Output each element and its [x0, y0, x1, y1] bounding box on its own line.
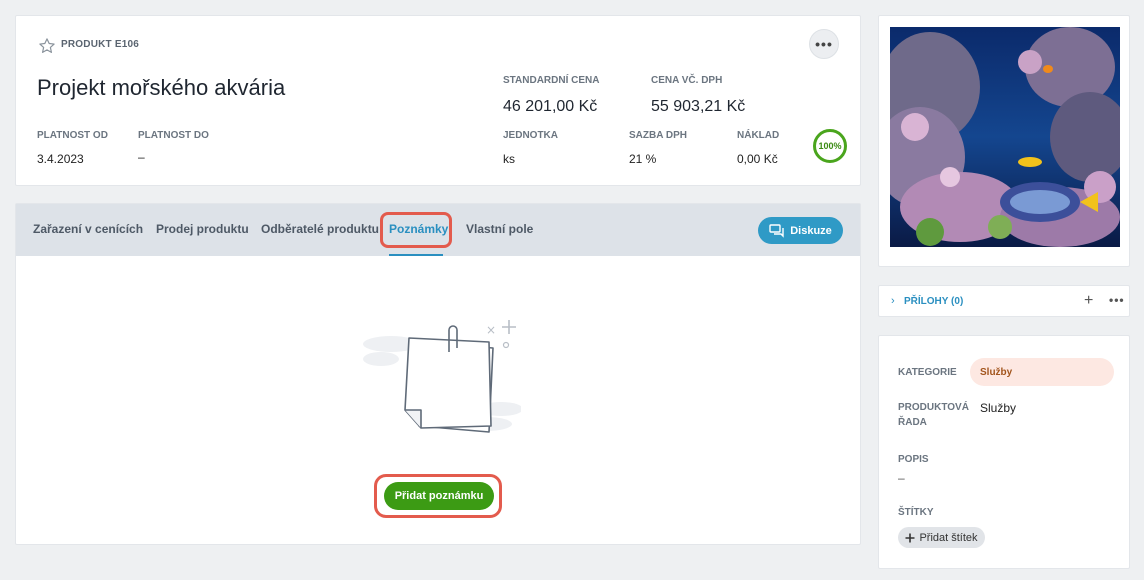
add-attachment-button[interactable]: + [1084, 292, 1093, 310]
page-title: Projekt mořského akvária [37, 75, 286, 100]
active-tab-indicator [389, 254, 443, 256]
margin-indicator: 100% [813, 129, 847, 163]
plus-icon [905, 533, 915, 542]
unit-value: ks [503, 152, 515, 166]
more-actions-button[interactable]: ••• [809, 29, 839, 59]
tabs-panel: Zařazení v cenících Prodej produktu Odbě… [15, 203, 861, 545]
description-value[interactable]: – [898, 471, 905, 485]
add-tag-button[interactable]: Přidat štítek [898, 527, 985, 548]
svg-text:×: × [486, 323, 496, 337]
add-tag-label: Přidat štítek [919, 531, 978, 544]
product-line-value[interactable]: Služby [980, 401, 1016, 415]
product-code: PRODUKT E106 [61, 39, 139, 50]
product-image-card [878, 15, 1130, 267]
attachments-toggle[interactable]: PŘÍLOHY (0) [904, 296, 963, 307]
tab-price-lists[interactable]: Zařazení v cenících [33, 222, 143, 236]
attachments-section: › PŘÍLOHY (0) + ••• [878, 285, 1130, 317]
valid-from-label: PLATNOST OD [37, 130, 108, 141]
product-details-card: KATEGORIE Služby PRODUKTOVÁ ŘADA Služby … [878, 335, 1130, 569]
vat-rate-value: 21 % [629, 152, 657, 166]
chat-icon [769, 223, 784, 238]
unit-label: JEDNOTKA [503, 130, 559, 141]
description-label: POPIS [898, 454, 929, 465]
category-label: KATEGORIE [898, 367, 957, 378]
star-icon[interactable] [38, 37, 56, 55]
standard-price-label: STANDARDNÍ CENA [503, 75, 600, 86]
vat-price-label: CENA VČ. DPH [651, 75, 723, 86]
empty-notes-illustration: × [363, 320, 521, 433]
product-line-label-line1: PRODUKTOVÁ [898, 402, 969, 413]
standard-price-value: 46 201,00 Kč [503, 98, 598, 115]
vat-price-value: 55 903,21 Kč [651, 98, 746, 115]
add-note-button[interactable]: Přidat poznámku [384, 482, 494, 510]
category-chip[interactable]: Služby [970, 358, 1114, 386]
product-header-card: PRODUKT E106 Projekt mořského akvária ••… [15, 15, 861, 186]
vat-rate-label: SAZBA DPH [629, 130, 687, 141]
valid-from-value: 3.4.2023 [37, 152, 84, 166]
discussion-label: Diskuze [790, 224, 832, 237]
cost-value: 0,00 Kč [737, 152, 778, 166]
tab-product-sales[interactable]: Prodej produktu [156, 222, 249, 236]
tab-highlight-outline [380, 212, 452, 248]
chevron-right-icon[interactable]: › [891, 295, 895, 307]
tab-custom-fields[interactable]: Vlastní pole [466, 222, 533, 236]
valid-to-value: – [138, 150, 145, 164]
product-photo[interactable] [890, 27, 1120, 247]
cost-label: NÁKLAD [737, 130, 780, 141]
tags-label: ŠTÍTKY [898, 507, 934, 518]
tab-bar: Zařazení v cenících Prodej produktu Odbě… [16, 204, 860, 256]
product-line-label-line2: ŘADA [898, 417, 927, 428]
attachments-more-button[interactable]: ••• [1109, 293, 1125, 307]
valid-to-label: PLATNOST DO [138, 130, 209, 141]
tab-product-customers[interactable]: Odběratelé produktu [261, 222, 379, 236]
discussion-button[interactable]: Diskuze [758, 217, 843, 244]
